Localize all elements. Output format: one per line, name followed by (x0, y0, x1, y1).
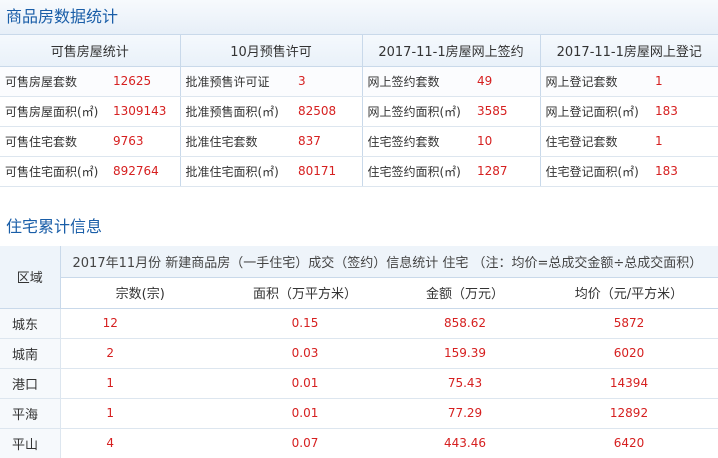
stats-label: 可售住宅套数 (0, 126, 108, 157)
column-header-amount: 金额（万元） (390, 277, 540, 309)
area-value: 0.01 (220, 368, 390, 399)
stats-value: 892764 (108, 156, 181, 187)
stats-row: 可售房屋套数 12625 批准预售许可证 3 网上签约套数 49 网上登记套数 … (0, 66, 718, 97)
stats-header-presale: 10月预售许可 (180, 35, 363, 67)
stats-value: 183 (650, 156, 718, 187)
stats-label: 批准住宅套数 (180, 126, 293, 157)
stats-label: 住宅签约套数 (362, 126, 472, 157)
table-row: 城东 12 0.15 858.62 5872 (0, 308, 718, 339)
price-value: 5872 (540, 308, 718, 339)
count-value: 4 (60, 428, 220, 458)
stats-value: 3585 (472, 96, 541, 127)
stats-value: 9763 (108, 126, 181, 157)
column-header-area: 面积（万平方米） (220, 277, 390, 309)
stats-label: 批准预售许可证 (180, 66, 293, 97)
amount-value: 858.62 (390, 308, 540, 339)
stats-value: 1287 (472, 156, 541, 187)
count-value: 1 (60, 398, 220, 429)
stats-value: 80171 (293, 156, 363, 187)
stats-value: 82508 (293, 96, 363, 127)
region-name: 平海 (0, 398, 61, 429)
region-name: 城南 (0, 338, 61, 369)
amount-value: 75.43 (390, 368, 540, 399)
column-header-count: 宗数(宗) (60, 277, 220, 309)
stats-label: 住宅登记套数 (540, 126, 650, 157)
region-name: 港口 (0, 368, 61, 399)
stats-label: 可售房屋套数 (0, 66, 108, 97)
stats-label: 住宅登记面积(㎡) (540, 156, 650, 187)
stats-label: 批准住宅面积(㎡) (180, 156, 293, 187)
amount-value: 443.46 (390, 428, 540, 458)
cumulative-caption: 2017年11月份 新建商品房（一手住宅）成交（签约）信息统计 住宅 （注：均价… (60, 246, 718, 278)
stats-row: 可售住宅套数 9763 批准住宅套数 837 住宅签约套数 10 住宅登记套数 … (0, 126, 718, 157)
stats-row: 可售房屋面积(㎡) 1309143 批准预售面积(㎡) 82508 网上签约面积… (0, 96, 718, 127)
amount-value: 77.29 (390, 398, 540, 429)
stats-label: 网上登记面积(㎡) (540, 96, 650, 127)
stats-value: 3 (293, 66, 363, 97)
stats-section-title: 商品房数据统计 (0, 0, 718, 35)
region-header: 区域 (0, 246, 61, 309)
stats-value: 1 (650, 126, 718, 157)
stats-label: 住宅签约面积(㎡) (362, 156, 472, 187)
table-row: 平海 1 0.01 77.29 12892 (0, 398, 718, 429)
stats-label: 网上签约套数 (362, 66, 472, 97)
stats-value: 49 (472, 66, 541, 97)
stats-label: 批准预售面积(㎡) (180, 96, 293, 127)
stats-header-registered: 2017-11-1房屋网上登记 (540, 35, 718, 67)
price-value: 14394 (540, 368, 718, 399)
count-value: 2 (60, 338, 220, 369)
area-value: 0.01 (220, 398, 390, 429)
stats-value: 1 (650, 66, 718, 97)
price-value: 6420 (540, 428, 718, 458)
stats-header-available: 可售房屋统计 (0, 35, 181, 67)
stats-value: 10 (472, 126, 541, 157)
table-row: 平山 4 0.07 443.46 6420 (0, 428, 718, 458)
stats-value: 183 (650, 96, 718, 127)
stats-label: 网上签约面积(㎡) (362, 96, 472, 127)
price-value: 6020 (540, 338, 718, 369)
stats-value: 837 (293, 126, 363, 157)
column-header-price: 均价（元/平方米） (540, 277, 718, 309)
stats-header-signed: 2017-11-1房屋网上签约 (362, 35, 541, 67)
cumulative-section-title: 住宅累计信息 (0, 208, 718, 246)
stats-table: 可售房屋统计 10月预售许可 2017-11-1房屋网上签约 2017-11-1… (0, 35, 718, 187)
area-value: 0.07 (220, 428, 390, 458)
stats-label: 网上登记套数 (540, 66, 650, 97)
region-name: 平山 (0, 428, 61, 458)
price-value: 12892 (540, 398, 718, 429)
table-row: 港口 1 0.01 75.43 14394 (0, 368, 718, 399)
table-row: 城南 2 0.03 159.39 6020 (0, 338, 718, 369)
area-value: 0.03 (220, 338, 390, 369)
amount-value: 159.39 (390, 338, 540, 369)
cumulative-table: 区域 2017年11月份 新建商品房（一手住宅）成交（签约）信息统计 住宅 （注… (0, 246, 718, 458)
stats-value: 1309143 (108, 96, 181, 127)
stats-row: 可售住宅面积(㎡) 892764 批准住宅面积(㎡) 80171 住宅签约面积(… (0, 156, 718, 187)
region-name: 城东 (0, 308, 61, 339)
stats-label: 可售房屋面积(㎡) (0, 96, 108, 127)
stats-value: 12625 (108, 66, 181, 97)
count-value: 12 (60, 308, 220, 339)
count-value: 1 (60, 368, 220, 399)
area-value: 0.15 (220, 308, 390, 339)
stats-label: 可售住宅面积(㎡) (0, 156, 108, 187)
